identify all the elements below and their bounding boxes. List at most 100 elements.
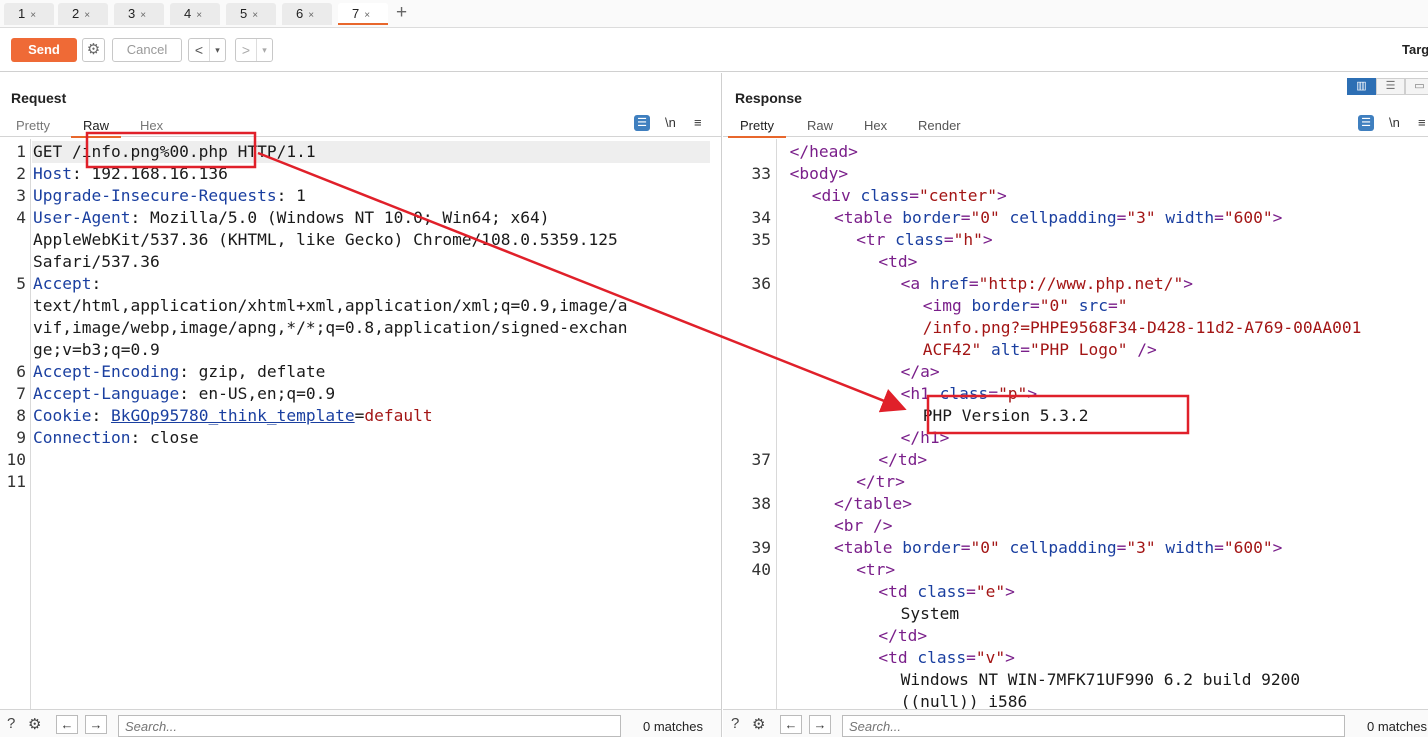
code-token: </table> bbox=[834, 494, 912, 513]
help-icon[interactable]: ? bbox=[7, 715, 15, 732]
code-line: Accept-Language: en-US,en;q=0.9 bbox=[33, 383, 335, 405]
target-label[interactable]: Targ bbox=[1402, 42, 1428, 57]
tab-close-icon[interactable]: × bbox=[364, 10, 370, 21]
line-number: 7 bbox=[16, 384, 26, 403]
code-token: : en-US,en;q=0.9 bbox=[179, 384, 336, 403]
response-tab-raw[interactable]: Raw bbox=[807, 118, 833, 133]
settings-gear-icon[interactable]: ⚙ bbox=[82, 38, 105, 62]
tab-5[interactable]: 5 × bbox=[226, 3, 276, 25]
code-token: > bbox=[1005, 648, 1015, 667]
code-token: "0" bbox=[970, 538, 1010, 557]
tab-close-icon[interactable]: × bbox=[30, 10, 36, 21]
help-icon[interactable]: ? bbox=[731, 715, 739, 732]
code-token: > bbox=[1272, 208, 1283, 227]
tab-7[interactable]: 7 × bbox=[338, 3, 388, 25]
tab-close-icon[interactable]: × bbox=[196, 10, 202, 21]
code-line: Accept: bbox=[33, 273, 101, 295]
tab-label: 3 bbox=[128, 6, 136, 21]
code-line: text/html,application/xhtml+xml,applicat… bbox=[33, 295, 628, 317]
request-panel: Request Pretty Raw Hex ☰ \n ≡ 1 GET /info… bbox=[0, 73, 722, 737]
tab-1[interactable]: 1 × bbox=[4, 3, 54, 25]
tab-close-icon[interactable]: × bbox=[252, 10, 258, 21]
code-token: <img bbox=[922, 296, 972, 315]
response-search-input[interactable] bbox=[842, 715, 1345, 737]
code-line: Safari/537.36 bbox=[33, 251, 160, 273]
newline-icon[interactable]: \n bbox=[665, 115, 676, 130]
code-line: <a href="http://www.php.net/"> bbox=[901, 273, 1193, 295]
code-token: Accept-Encoding bbox=[33, 362, 180, 381]
split-vertical-layout-icon[interactable]: ☰ bbox=[1376, 78, 1405, 95]
tab-4[interactable]: 4 × bbox=[170, 3, 220, 25]
code-token: <div bbox=[811, 186, 861, 205]
line-number: 9 bbox=[16, 428, 26, 447]
request-search-input[interactable] bbox=[118, 715, 621, 737]
request-tab-hex[interactable]: Hex bbox=[140, 118, 163, 133]
code-line: Connection: close bbox=[33, 427, 199, 449]
code-token: vif,image/webp,image/apng,*/*;q=0.8,appl… bbox=[33, 318, 628, 337]
code-line: Upgrade-Insecure-Requests: 1 bbox=[33, 185, 306, 207]
search-prev-arrow-icon[interactable]: ← bbox=[56, 715, 78, 734]
line-number bbox=[723, 603, 771, 625]
line-number bbox=[723, 691, 771, 709]
code-token: /> bbox=[1137, 340, 1157, 359]
code-line: <table border="0" cellpadding="3" width=… bbox=[834, 207, 1282, 229]
split-horizontal-layout-icon[interactable]: ▥ bbox=[1347, 78, 1376, 95]
code-token: </head> bbox=[789, 142, 858, 161]
tab-6[interactable]: 6 × bbox=[282, 3, 332, 25]
line-number: 33 bbox=[751, 164, 772, 183]
cancel-button[interactable]: Cancel bbox=[112, 38, 182, 62]
line-number bbox=[0, 251, 26, 273]
code-token: = bbox=[943, 230, 954, 249]
response-title: Response bbox=[735, 90, 802, 106]
wrap-lines-icon[interactable]: ☰ bbox=[1358, 115, 1374, 131]
search-next-arrow-icon[interactable]: → bbox=[809, 715, 831, 734]
wrap-lines-icon[interactable]: ☰ bbox=[634, 115, 650, 131]
tab-close-icon[interactable]: × bbox=[84, 10, 90, 21]
search-prev-arrow-icon[interactable]: ← bbox=[780, 715, 802, 734]
back-arrow-icon[interactable]: < bbox=[189, 39, 209, 61]
code-token: = bbox=[966, 648, 976, 667]
tab-close-icon[interactable]: × bbox=[140, 10, 146, 21]
code-line: <table border="0" cellpadding="3" width=… bbox=[834, 537, 1282, 559]
tab-3[interactable]: 3 × bbox=[114, 3, 164, 25]
send-button[interactable]: Send bbox=[11, 38, 77, 62]
search-settings-gear-icon[interactable]: ⚙ bbox=[752, 715, 765, 733]
code-token: /info.png?=PHPE9568F34-D428-11d2-A769-00… bbox=[922, 318, 1362, 337]
back-dropdown-icon[interactable]: ▾ bbox=[209, 39, 225, 61]
response-tab-hex[interactable]: Hex bbox=[864, 118, 887, 133]
menu-icon[interactable]: ≡ bbox=[694, 115, 702, 130]
tab-2[interactable]: 2 × bbox=[58, 3, 108, 25]
history-back-group[interactable]: < ▾ bbox=[188, 38, 226, 62]
response-tab-pretty[interactable]: Pretty bbox=[728, 118, 786, 138]
code-token: class bbox=[895, 230, 944, 249]
search-next-arrow-icon[interactable]: → bbox=[85, 715, 107, 734]
code-line: </tr> bbox=[856, 471, 905, 493]
request-editor[interactable]: 1 GET /info.png%00.php HTTP/1.1 2 Host: 192… bbox=[0, 139, 721, 709]
code-token: > bbox=[1183, 274, 1193, 293]
request-tab-pretty[interactable]: Pretty bbox=[16, 118, 50, 133]
code-token: "e" bbox=[975, 582, 1006, 601]
code-token: alt bbox=[991, 340, 1021, 359]
forward-arrow-icon[interactable]: > bbox=[236, 39, 256, 61]
line-number bbox=[0, 339, 26, 361]
forward-dropdown-icon[interactable]: ▾ bbox=[256, 39, 272, 61]
menu-icon[interactable]: ≡ bbox=[1418, 115, 1426, 130]
tabs-layout-icon[interactable]: ▭ bbox=[1405, 78, 1428, 95]
code-token: = bbox=[966, 582, 976, 601]
search-settings-gear-icon[interactable]: ⚙ bbox=[28, 715, 41, 733]
code-token: "3" bbox=[1126, 208, 1166, 227]
code-token: "PHP Logo" bbox=[1030, 340, 1138, 359]
code-line: Host: 192.168.16.136 bbox=[33, 163, 228, 185]
line-number bbox=[723, 427, 771, 449]
history-forward-group[interactable]: > ▾ bbox=[235, 38, 273, 62]
tab-close-icon[interactable]: × bbox=[308, 10, 314, 21]
newline-icon[interactable]: \n bbox=[1389, 115, 1400, 130]
code-token: Accept bbox=[33, 274, 92, 293]
code-line: <body> bbox=[790, 163, 848, 185]
code-token: href bbox=[929, 274, 969, 293]
request-tab-raw[interactable]: Raw bbox=[70, 118, 122, 138]
response-editor[interactable]: </head> 33 <body> <div class="center"> 34 <ta… bbox=[723, 139, 1428, 709]
code-token: <table bbox=[834, 208, 903, 227]
add-tab-icon[interactable]: + bbox=[396, 2, 407, 24]
response-tab-render[interactable]: Render bbox=[918, 118, 961, 133]
